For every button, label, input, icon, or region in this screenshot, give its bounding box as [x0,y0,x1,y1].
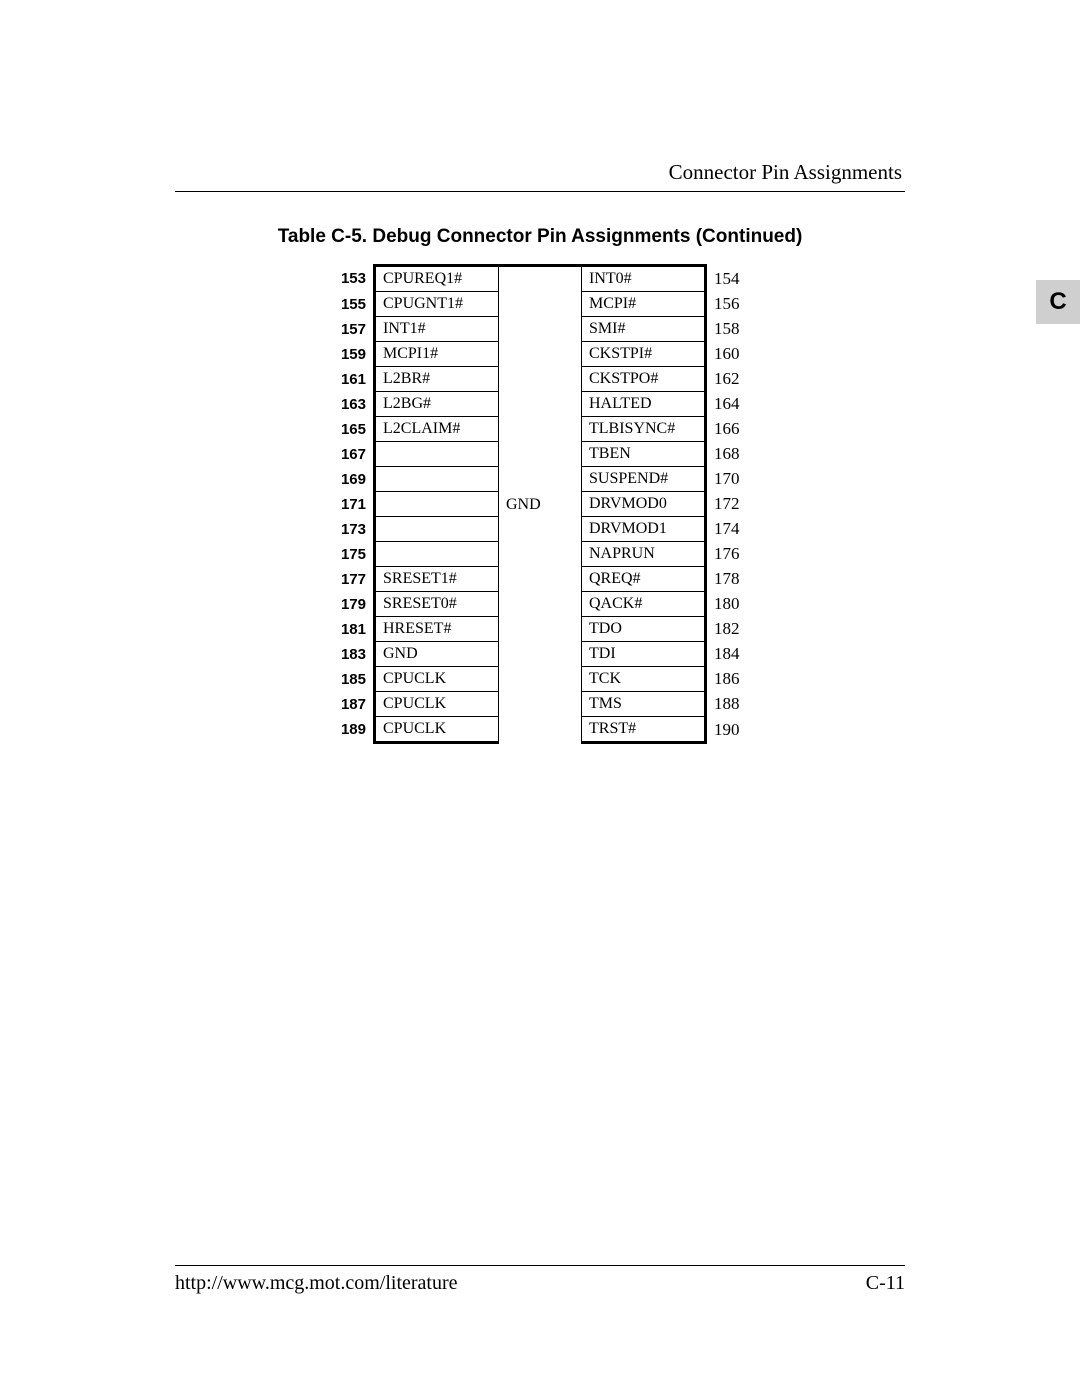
signal-right: INT0# [582,266,706,292]
pin-number-right: 166 [706,417,758,442]
signal-left: CPUCLK [375,717,499,743]
pin-number-right: 182 [706,617,758,642]
pin-number-right: 174 [706,517,758,542]
signal-left: CPUCLK [375,667,499,692]
signal-left: SRESET0# [375,592,499,617]
signal-right: NAPRUN [582,542,706,567]
signal-left: INT1# [375,317,499,342]
signal-right: CKSTPI# [582,342,706,367]
running-header: Connector Pin Assignments [175,160,905,191]
pin-number-right: 160 [706,342,758,367]
signal-left: CPUCLK [375,692,499,717]
signal-right: TRST# [582,717,706,743]
page: Connector Pin Assignments C Table C-5. D… [0,0,1080,1397]
pin-number-left: 155 [323,292,375,317]
pin-number-right: 158 [706,317,758,342]
pin-number-left: 185 [323,667,375,692]
pin-number-right: 178 [706,567,758,592]
header-title: Connector Pin Assignments [669,160,902,185]
pin-number-left: 171 [323,492,375,517]
pin-number-left: 153 [323,266,375,292]
signal-left: CPUGNT1# [375,292,499,317]
signal-left: SRESET1# [375,567,499,592]
pin-number-left: 163 [323,392,375,417]
signal-right: TCK [582,667,706,692]
pin-number-left: 183 [323,642,375,667]
signal-right: SMI# [582,317,706,342]
pin-number-left: 169 [323,467,375,492]
signal-left [375,517,499,542]
pin-number-right: 184 [706,642,758,667]
pin-number-right: 188 [706,692,758,717]
table-wrapper: 153CPUREQ1#GNDINT0#154155CPUGNT1#MCPI#15… [175,264,905,744]
signal-left [375,492,499,517]
signal-left: L2CLAIM# [375,417,499,442]
signal-right: TBEN [582,442,706,467]
pin-number-right: 162 [706,367,758,392]
signal-right: TMS [582,692,706,717]
page-footer: http://www.mcg.mot.com/literature C-11 [175,1265,905,1295]
pin-number-right: 180 [706,592,758,617]
pin-number-left: 175 [323,542,375,567]
signal-left: CPUREQ1# [375,266,499,292]
pin-number-left: 159 [323,342,375,367]
signal-right: QREQ# [582,567,706,592]
pin-number-right: 190 [706,717,758,743]
signal-left [375,442,499,467]
signal-right: TDI [582,642,706,667]
signal-left: L2BG# [375,392,499,417]
pin-number-left: 177 [323,567,375,592]
pin-number-left: 173 [323,517,375,542]
pin-number-left: 161 [323,367,375,392]
header-rule [175,191,905,192]
signal-right: HALTED [582,392,706,417]
pin-number-right: 170 [706,467,758,492]
signal-left: MCPI1# [375,342,499,367]
signal-right: SUSPEND# [582,467,706,492]
pin-number-left: 181 [323,617,375,642]
pin-number-right: 172 [706,492,758,517]
signal-left [375,467,499,492]
signal-left: HRESET# [375,617,499,642]
center-gnd-cell: GND [499,266,582,743]
pin-number-left: 179 [323,592,375,617]
signal-right: DRVMOD1 [582,517,706,542]
signal-right: CKSTPO# [582,367,706,392]
signal-right: TDO [582,617,706,642]
pin-assignment-table: 153CPUREQ1#GNDINT0#154155CPUGNT1#MCPI#15… [323,264,757,744]
signal-right: DRVMOD0 [582,492,706,517]
signal-left: L2BR# [375,367,499,392]
signal-right: TLBISYNC# [582,417,706,442]
signal-right: QACK# [582,592,706,617]
table-row: 153CPUREQ1#GNDINT0#154 [323,266,757,292]
pin-number-right: 164 [706,392,758,417]
pin-number-left: 157 [323,317,375,342]
pin-number-right: 156 [706,292,758,317]
pin-number-right: 176 [706,542,758,567]
signal-left: GND [375,642,499,667]
pin-number-left: 189 [323,717,375,743]
signal-left [375,542,499,567]
pin-number-right: 154 [706,266,758,292]
pin-number-right: 186 [706,667,758,692]
pin-number-left: 167 [323,442,375,467]
section-tab: C [1036,280,1080,324]
pin-number-left: 187 [323,692,375,717]
footer-rule [175,1265,905,1266]
table-caption: Table C-5. Debug Connector Pin Assignmen… [175,226,905,248]
pin-number-left: 165 [323,417,375,442]
footer-page-number: C-11 [866,1272,905,1295]
pin-number-right: 168 [706,442,758,467]
footer-url: http://www.mcg.mot.com/literature [175,1272,458,1295]
signal-right: MCPI# [582,292,706,317]
